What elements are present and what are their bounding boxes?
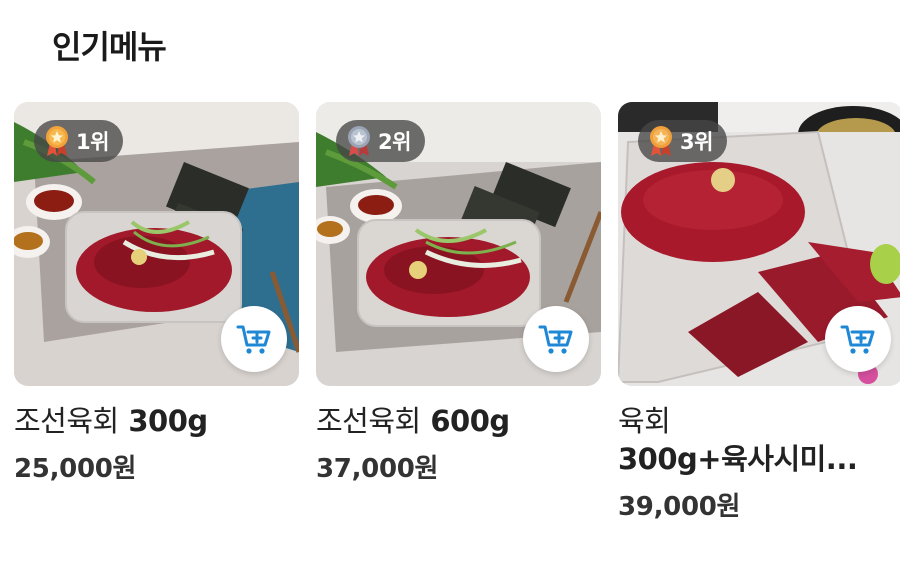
product-name[interactable]: 조선육회 300g: [14, 402, 299, 440]
product-card[interactable]: 3위 육회 300g+육사시미... 39,000원: [618, 102, 900, 523]
product-price: 37,000원: [316, 454, 439, 484]
product-price: 25,000원: [14, 454, 137, 484]
product-name[interactable]: 조선육회 600g: [316, 402, 601, 440]
product-image[interactable]: 1위: [14, 102, 299, 386]
product-name-line2: 300g+육사시미...: [618, 442, 858, 476]
silver-medal-icon: [348, 126, 370, 156]
gold-medal-icon: [46, 126, 68, 156]
add-to-cart-button[interactable]: [221, 306, 287, 372]
rank-badge: 1위: [34, 120, 123, 162]
bronze-medal-icon: [650, 126, 672, 156]
add-to-cart-button[interactable]: [523, 306, 589, 372]
rank-label: 3위: [680, 130, 713, 154]
rank-badge: 3위: [638, 120, 727, 162]
add-to-cart-icon: [236, 325, 271, 354]
add-to-cart-button[interactable]: [825, 306, 891, 372]
product-card[interactable]: 1위 조선육회 300g 25,000원: [14, 102, 299, 485]
product-image[interactable]: 3위: [618, 102, 900, 386]
product-card[interactable]: 2위 조선육회 600g 37,000원: [316, 102, 601, 485]
product-name-line1: 육회: [618, 404, 671, 438]
product-name-main: 조선육회: [316, 404, 421, 438]
product-name-weight: 300g: [128, 404, 208, 438]
add-to-cart-icon: [840, 325, 875, 354]
rank-label: 2위: [378, 130, 411, 154]
product-name[interactable]: 육회 300g+육사시미...: [618, 402, 898, 478]
rank-label: 1위: [76, 130, 109, 154]
section-title: 인기메뉴: [52, 28, 167, 66]
popular-menu-list: 1위 조선육회 300g 25,000원 2위 조선육회 600g 37,000…: [14, 102, 900, 562]
product-name-weight: 600g: [430, 404, 510, 438]
product-name-main: 조선육회: [14, 404, 119, 438]
rank-badge: 2위: [336, 120, 425, 162]
product-price: 39,000원: [618, 492, 741, 522]
add-to-cart-icon: [538, 325, 573, 354]
product-image[interactable]: 2위: [316, 102, 601, 386]
